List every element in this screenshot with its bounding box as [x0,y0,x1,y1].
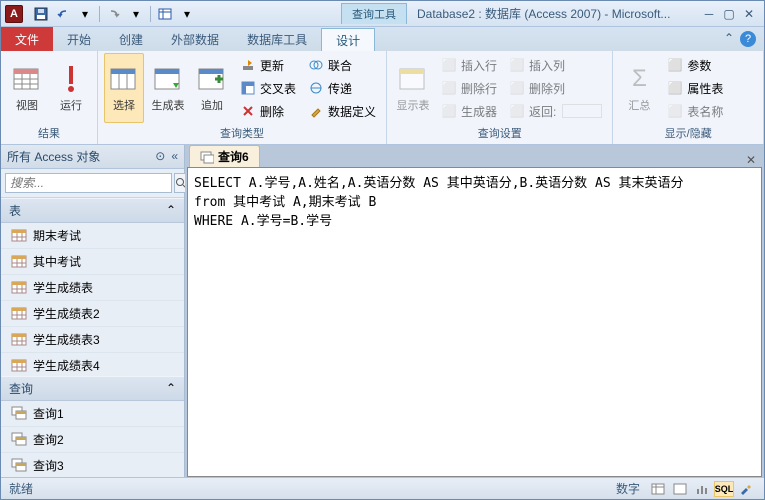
nav-table-item[interactable]: 学生成绩表 [1,275,184,301]
design-view-icon[interactable] [736,481,756,497]
update-button[interactable]: 更新 [236,55,300,76]
nav-table-item[interactable]: 学生成绩表2 [1,301,184,327]
query-icon [11,432,27,446]
nav-table-item[interactable]: 其中考试 [1,249,184,275]
group-label: 查询类型 [104,123,380,143]
ribbon: 视图 运行 结果 选择 生成表 追加 更新 交叉表 [1,51,764,145]
delete-rows-button[interactable]: ⬜删除行 [437,78,501,99]
collapse-icon: ⌃ [166,203,176,217]
query-icon [11,406,27,420]
table-icon [11,332,27,346]
status-ready: 就绪 [9,480,608,497]
tab-external-data[interactable]: 外部数据 [157,27,233,51]
query-icon [11,458,27,472]
nav-query-item[interactable]: 查询3 [1,453,184,477]
search-input[interactable] [5,173,172,193]
union-button[interactable]: 联合 [304,55,380,76]
datasheet-view-icon[interactable] [648,481,668,497]
select-query-button[interactable]: 选择 [104,53,144,123]
undo-icon[interactable] [53,4,73,24]
parameters-button[interactable]: ⬜参数 [663,55,727,76]
append-button[interactable]: 追加 [192,53,232,123]
totals-button[interactable]: Σ 汇总 [619,53,659,123]
status-mode: 数字 [616,480,640,497]
nav-collapse-icon[interactable]: « [171,149,178,163]
window-title: Database2 : 数据库 (Access 2007) - Microsof… [407,5,700,22]
dropdown-icon[interactable]: ▾ [75,4,95,24]
table-icon [11,228,27,242]
qat-customize-icon[interactable]: ▾ [177,4,197,24]
nav-dropdown-icon[interactable]: ⊙ [155,149,165,163]
passthrough-button[interactable]: 传递 [304,78,380,99]
nav-table-item[interactable]: 学生成绩表4 [1,353,184,376]
help-icon[interactable]: ? [740,31,756,47]
close-icon[interactable]: ✕ [740,6,758,22]
sql-editor[interactable]: SELECT A.学号,A.姓名,A.英语分数 AS 其中英语分,B.英语分数 … [187,167,762,477]
table-icon [11,358,27,372]
group-query-setup: 显示表 ⬜插入行 ⬜删除行 ⬜生成器 ⬜插入列 ⬜删除列 ⬜返回: 查询设置 [387,51,613,144]
ribbon-minimize-icon[interactable]: ⌃ [724,31,734,45]
quick-access-toolbar: ▾ ▾ ▾ [27,4,201,24]
group-results: 视图 运行 结果 [1,51,98,144]
statusbar: 就绪 数字 SQL [1,477,764,499]
table-icon [11,280,27,294]
titlebar: A ▾ ▾ ▾ 查询工具 Database2 : 数据库 (Access 200… [1,1,764,27]
nav-header[interactable]: 所有 Access 对象 ⊙ « [1,145,184,169]
view-button[interactable]: 视图 [7,53,47,123]
data-definition-button[interactable]: 数据定义 [304,101,380,122]
builder-button[interactable]: ⬜生成器 [437,101,501,122]
group-query-type: 选择 生成表 追加 更新 交叉表 删除 联合 传递 数据定义 查询类型 [98,51,387,144]
pivot-view-icon[interactable] [670,481,690,497]
tab-label: 查询6 [218,148,249,165]
collapse-icon: ⌃ [166,381,176,395]
show-table-button[interactable]: 显示表 [393,53,433,123]
query-icon [200,150,214,164]
body-area: 所有 Access 对象 ⊙ « 表⌃ 期末考试其中考试学生成绩表学生成绩表2学… [1,145,764,477]
tab-database-tools[interactable]: 数据库工具 [233,27,321,51]
run-button[interactable]: 运行 [51,53,91,123]
dropdown-icon[interactable]: ▾ [126,4,146,24]
group-label: 显示/隐藏 [619,123,757,143]
tab-home[interactable]: 开始 [53,27,105,51]
close-tab-icon[interactable]: ✕ [738,153,764,167]
context-tab: 查询工具 [341,3,407,24]
nav-section-queries[interactable]: 查询⌃ [1,376,184,401]
crosstab-button[interactable]: 交叉表 [236,78,300,99]
property-sheet-button[interactable]: ⬜属性表 [663,78,727,99]
tab-design[interactable]: 设计 [321,28,375,52]
insert-rows-button[interactable]: ⬜插入行 [437,55,501,76]
delete-columns-button[interactable]: ⬜删除列 [505,78,606,99]
table-icon [11,306,27,320]
navigation-pane: 所有 Access 对象 ⊙ « 表⌃ 期末考试其中考试学生成绩表学生成绩表2学… [1,145,185,477]
return-button[interactable]: ⬜返回: [505,101,606,122]
nav-section-tables[interactable]: 表⌃ [1,198,184,223]
table-names-button[interactable]: ⬜表名称 [663,101,727,122]
query-tab[interactable]: 查询6 [189,145,260,167]
group-label: 结果 [7,123,91,143]
delete-button[interactable]: 删除 [236,101,300,122]
document-area: 查询6 ✕ SELECT A.学号,A.姓名,A.英语分数 AS 其中英语分,B… [185,145,764,477]
group-label: 查询设置 [393,123,606,143]
minimize-icon[interactable]: ─ [700,6,718,22]
nav-query-item[interactable]: 查询1 [1,401,184,427]
tab-create[interactable]: 创建 [105,27,157,51]
nav-table-item[interactable]: 学生成绩表3 [1,327,184,353]
maximize-icon[interactable]: ▢ [720,6,738,22]
save-icon[interactable] [31,4,51,24]
nav-table-item[interactable]: 期末考试 [1,223,184,249]
redo-icon[interactable] [104,4,124,24]
table-icon [11,254,27,268]
sql-view-icon[interactable]: SQL [714,481,734,497]
table-icon[interactable] [155,4,175,24]
chart-view-icon[interactable] [692,481,712,497]
ribbon-tabstrip: 文件 开始 创建 外部数据 数据库工具 设计 ⌃ ? [1,27,764,51]
insert-columns-button[interactable]: ⬜插入列 [505,55,606,76]
app-icon[interactable]: A [5,5,23,23]
nav-query-item[interactable]: 查询2 [1,427,184,453]
make-table-button[interactable]: 生成表 [148,53,188,123]
group-show-hide: Σ 汇总 ⬜参数 ⬜属性表 ⬜表名称 显示/隐藏 [613,51,764,144]
file-tab[interactable]: 文件 [1,27,53,51]
